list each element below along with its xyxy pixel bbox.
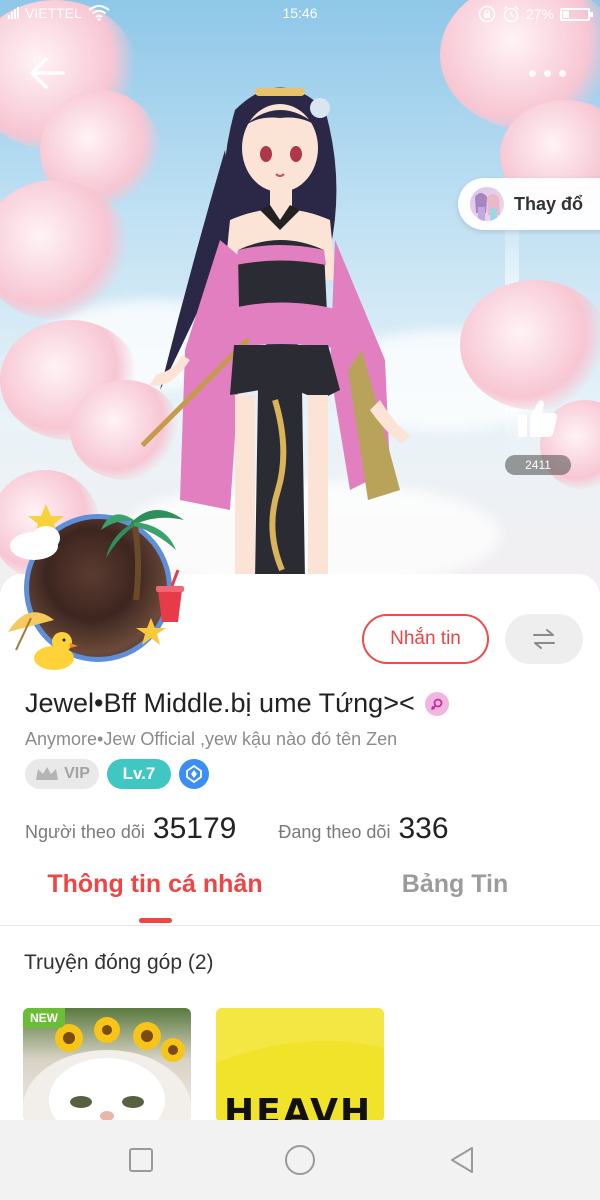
triangle-back-icon [451,1147,473,1173]
square-icon [129,1148,153,1172]
battery-icon [560,7,593,21]
rank-badge-icon[interactable] [179,759,209,789]
new-tag: NEW [23,1008,65,1028]
tab-personal-info[interactable]: Thông tin cá nhân [0,870,310,899]
profile-bio: Anymore•Jew Official ,yew kậu nào đó tên… [25,729,398,749]
circle-icon [285,1145,315,1175]
profile-tabs: Thông tin cá nhân Bảng Tin [0,862,600,926]
following-label: Đang theo dõi [278,822,391,842]
like-count: 2411 [505,455,571,475]
followers-label: Người theo dõi [25,822,145,842]
vip-label: VIP [64,765,90,782]
alarm-icon [503,5,519,23]
story-card[interactable]: NEW [23,1008,191,1122]
thumbs-up-icon[interactable] [515,396,561,442]
cloud-icon [10,526,60,560]
vip-badge[interactable]: VIP [25,759,99,789]
change-outfit-button[interactable]: Thay đổ [458,178,600,230]
umbrella-icon [8,612,54,651]
tab-news-feed[interactable]: Bảng Tin [310,870,600,899]
profile-avatar-frame[interactable] [6,500,196,680]
story-cover-text: HEAVH [224,1092,373,1122]
gender-female-icon [424,691,449,716]
story-card[interactable]: HEAVH [216,1008,384,1122]
star-icon [136,618,166,645]
lock-rotation-icon [478,5,496,23]
outfit-thumbnail [470,187,504,221]
followers-count[interactable]: 35179 [153,812,236,846]
contributions-title: Truyện đóng góp (2) [24,951,214,974]
profile-name-row: Jewel•Bff Middle.bị ume Tứng>< [25,688,449,719]
system-nav-bar [0,1120,600,1200]
following-count[interactable]: 336 [398,812,448,846]
back-nav-button[interactable] [440,1140,484,1180]
more-options-button[interactable] [516,58,578,88]
follow-stats: Người theo dõi 35179 Đang theo dõi 336 [25,812,449,846]
recent-apps-button[interactable] [119,1140,163,1180]
swap-arrows-icon [533,629,555,649]
level-badge[interactable]: Lv.7 [107,759,171,789]
change-outfit-label: Thay đổ [514,193,584,214]
like-widget: 2411 [500,396,576,475]
status-bar: VIETTEL 15:46 27% [0,0,600,28]
message-button[interactable]: Nhắn tin [362,614,489,664]
active-tab-indicator [139,918,172,923]
arrow-left-icon [30,57,65,89]
battery-percent: 27% [525,6,554,22]
badges-row: VIP Lv.7 [25,759,209,789]
back-button[interactable] [24,50,70,96]
home-button[interactable] [278,1140,322,1180]
profile-name: Jewel•Bff Middle.bị ume Tứng>< [25,688,415,718]
more-dots-icon [528,69,536,77]
crown-icon [36,767,59,780]
switch-button[interactable] [505,614,583,664]
rubber-duck-icon [34,632,78,670]
drink-cup-icon [156,569,184,622]
